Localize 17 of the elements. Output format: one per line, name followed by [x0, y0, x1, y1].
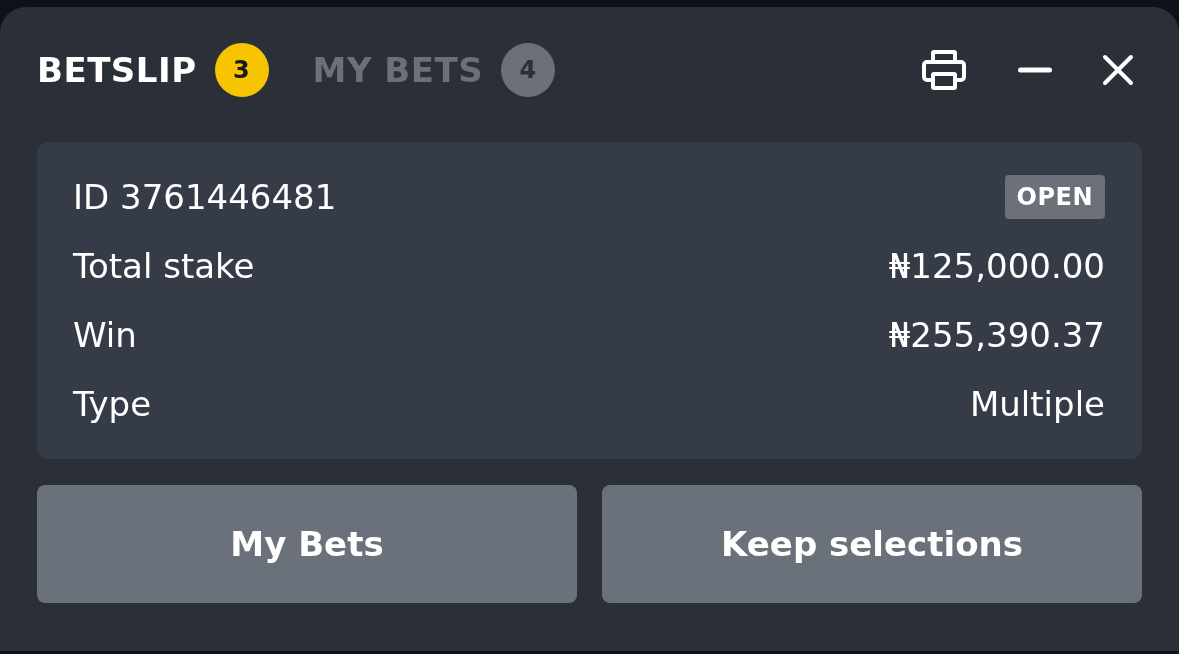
row-label: Win — [73, 315, 137, 355]
tab[interactable]: BETSLIP 3 — [37, 42, 269, 97]
action-button[interactable]: Keep selections — [602, 485, 1142, 603]
row-value: Multiple — [969, 384, 1105, 424]
close-icon[interactable] — [1102, 53, 1134, 86]
row-value: ₦125,000.00 — [888, 246, 1105, 286]
row-label: Total stake — [73, 246, 255, 286]
bet-id: ID 3761446481 — [73, 177, 337, 217]
tab[interactable]: MY BETS 4 — [312, 42, 556, 97]
status-badge: OPEN — [1004, 175, 1105, 219]
action-button[interactable]: My Bets — [37, 485, 577, 603]
minimize-icon[interactable] — [1018, 66, 1052, 73]
count-badge: 4 — [501, 42, 556, 97]
row-value: ₦255,390.37 — [888, 315, 1105, 355]
row-label: Type — [73, 384, 152, 424]
count-badge: 3 — [214, 42, 269, 97]
print-icon[interactable] — [920, 47, 968, 92]
